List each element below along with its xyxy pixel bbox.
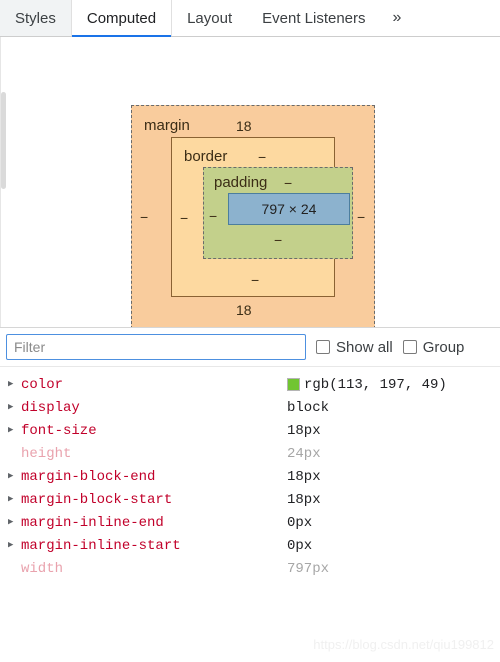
vertical-scrollbar-thumb[interactable] xyxy=(1,92,6,189)
property-row[interactable]: ▶ font-size 18px xyxy=(0,419,500,442)
more-tabs-icon[interactable]: » xyxy=(380,0,414,36)
property-name: width xyxy=(21,560,64,577)
tab-bar-filler xyxy=(413,0,500,36)
property-row[interactable]: ▶ margin-block-start 18px xyxy=(0,488,500,511)
property-value[interactable]: rgb(113, 197, 49) xyxy=(287,377,447,393)
property-value[interactable]: block xyxy=(287,400,329,416)
tab-event-listeners[interactable]: Event Listeners xyxy=(247,0,381,36)
tab-computed-label: Computed xyxy=(86,9,157,27)
box-model-margin-layer[interactable]: margin 18 18 − − border − − − − padding … xyxy=(131,105,375,327)
expand-triangle-icon[interactable]: ▶ xyxy=(8,403,21,412)
property-value-text: 18px xyxy=(287,422,321,439)
show-all-checkbox-wrap[interactable]: Show all xyxy=(316,339,393,356)
property-row[interactable]: ▶ color rgb(113, 197, 49) xyxy=(0,373,500,396)
tab-computed[interactable]: Computed xyxy=(71,0,173,37)
property-value-text: rgb(113, 197, 49) xyxy=(304,376,447,393)
margin-top-value[interactable]: 18 xyxy=(236,118,252,134)
show-all-label: Show all xyxy=(336,338,393,356)
property-name: margin-inline-end xyxy=(21,514,164,531)
expand-triangle-icon[interactable]: ▶ xyxy=(8,472,21,481)
tab-styles-label: Styles xyxy=(15,9,56,27)
group-checkbox[interactable] xyxy=(402,340,417,354)
watermark: https://blog.csdn.net/qiu199812 xyxy=(313,637,494,652)
property-value[interactable]: 24px xyxy=(287,446,321,462)
computed-filter-bar: Show all Group xyxy=(0,328,500,367)
group-label: Group xyxy=(422,338,465,356)
property-value[interactable]: 0px xyxy=(287,515,312,531)
border-left-value[interactable]: − xyxy=(180,210,188,226)
filter-input[interactable] xyxy=(6,334,306,360)
property-value-text: block xyxy=(287,399,330,416)
margin-left-value[interactable]: − xyxy=(140,209,148,225)
property-name: margin-block-start xyxy=(21,491,173,508)
padding-top-value[interactable]: − xyxy=(284,175,292,191)
border-top-value[interactable]: − xyxy=(258,149,266,165)
padding-layer-label: padding xyxy=(214,174,268,191)
margin-layer-label: margin xyxy=(144,117,190,134)
computed-properties-list: ▶ color rgb(113, 197, 49) ▶ display block ▶ fon… xyxy=(0,367,500,580)
tab-event-listeners-label: Event Listeners xyxy=(262,9,366,27)
property-value-text: 0px xyxy=(287,537,313,554)
expand-triangle-icon[interactable]: ▶ xyxy=(8,518,21,527)
content-dimensions-label: 797 × 24 xyxy=(261,201,317,217)
property-value[interactable]: 18px xyxy=(287,492,321,508)
property-value[interactable]: 18px xyxy=(287,469,321,485)
property-name: color xyxy=(21,376,64,393)
show-all-checkbox[interactable] xyxy=(316,340,330,354)
margin-bottom-value[interactable]: 18 xyxy=(236,302,252,318)
property-value[interactable]: 0px xyxy=(287,538,312,554)
expand-triangle-icon[interactable]: ▶ xyxy=(8,495,21,504)
property-row[interactable]: ▶ margin-inline-end 0px xyxy=(0,511,500,534)
devtools-tab-bar: Styles Computed Layout Event Listeners » xyxy=(0,0,500,37)
box-model-pane: margin 18 18 − − border − − − − padding … xyxy=(0,37,500,328)
expand-triangle-icon[interactable]: ▶ xyxy=(8,426,21,435)
padding-bottom-value[interactable]: − xyxy=(274,232,282,248)
property-value-text: 18px xyxy=(287,491,321,508)
property-row[interactable]: ▶ display block xyxy=(0,396,500,419)
property-value[interactable]: 797px xyxy=(287,561,329,577)
tab-styles[interactable]: Styles xyxy=(0,0,72,36)
box-model-padding-layer[interactable]: padding − − − − 797 × 24 xyxy=(203,167,353,259)
property-name: display xyxy=(21,399,80,416)
property-value-text: 797px xyxy=(287,560,330,577)
property-name: margin-inline-start xyxy=(21,537,181,554)
property-value-text: 24px xyxy=(287,445,321,462)
border-layer-label: border xyxy=(184,148,228,165)
padding-left-value[interactable]: − xyxy=(209,208,217,224)
expand-triangle-icon[interactable]: ▶ xyxy=(8,380,21,389)
border-bottom-value[interactable]: − xyxy=(251,272,259,288)
property-name: margin-block-end xyxy=(21,468,156,485)
property-value[interactable]: 18px xyxy=(287,423,321,439)
box-model-border-layer[interactable]: border − − − − padding − − − − 797 × 24 xyxy=(171,137,353,297)
tab-layout-label: Layout xyxy=(187,9,233,27)
expand-triangle-icon[interactable]: ▶ xyxy=(8,541,21,550)
property-row[interactable]: ▶width797px xyxy=(0,557,500,580)
property-name: height xyxy=(21,445,72,462)
color-swatch-icon[interactable] xyxy=(287,378,300,391)
property-name: font-size xyxy=(21,422,97,439)
property-row[interactable]: ▶ margin-block-end 18px xyxy=(0,465,500,488)
tab-layout[interactable]: Layout xyxy=(172,0,248,36)
property-value-text: 0px xyxy=(287,514,313,531)
box-model-content-box[interactable]: 797 × 24 xyxy=(228,193,350,225)
property-row[interactable]: ▶height24px xyxy=(0,442,500,465)
group-checkbox-wrap[interactable]: Group xyxy=(402,338,465,356)
property-row[interactable]: ▶ margin-inline-start 0px xyxy=(0,534,500,557)
margin-right-value[interactable]: − xyxy=(357,209,365,225)
property-value-text: 18px xyxy=(287,468,321,485)
